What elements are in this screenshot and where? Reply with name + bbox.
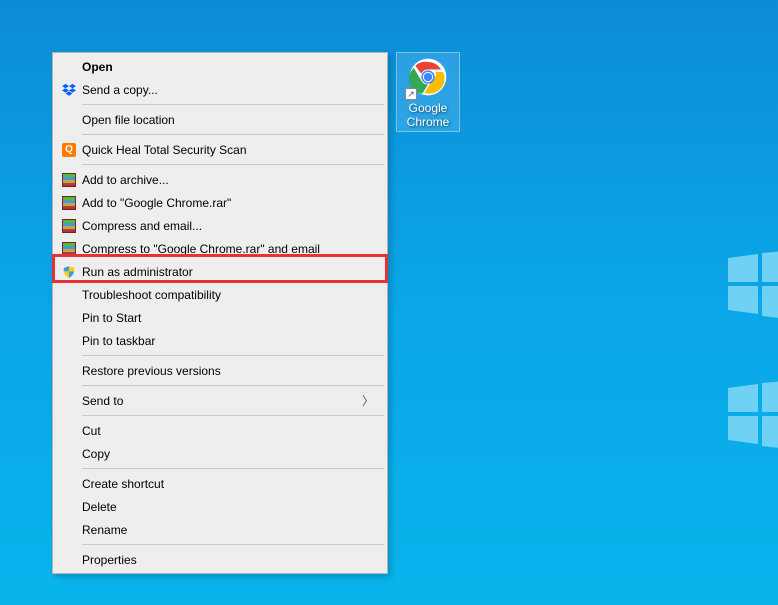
menu-separator <box>82 104 384 105</box>
chrome-icon: ↗ <box>406 55 450 99</box>
menu-pin-to-start[interactable]: Pin to Start <box>54 306 386 329</box>
menu-delete-label: Delete <box>80 500 378 514</box>
menu-create-shortcut-label: Create shortcut <box>80 477 378 491</box>
dropbox-icon <box>58 81 80 99</box>
menu-send-copy[interactable]: Send a copy... <box>54 78 386 101</box>
submenu-arrow-icon: 〉 <box>362 392 378 409</box>
menu-separator <box>82 164 384 165</box>
menu-separator <box>82 468 384 469</box>
windows-logo-decor-top-icon <box>728 250 778 320</box>
menu-compress-email-label: Compress and email... <box>80 219 378 233</box>
menu-separator <box>82 134 384 135</box>
menu-send-copy-label: Send a copy... <box>80 83 378 97</box>
menu-delete[interactable]: Delete <box>54 495 386 518</box>
menu-add-to-archive[interactable]: Add to archive... <box>54 168 386 191</box>
menu-cut[interactable]: Cut <box>54 419 386 442</box>
menu-run-as-admin-label: Run as administrator <box>80 265 378 279</box>
quick-heal-icon: Q <box>58 141 80 159</box>
menu-run-as-admin[interactable]: Run as administrator <box>54 260 386 283</box>
menu-create-shortcut[interactable]: Create shortcut <box>54 472 386 495</box>
winrar-icon <box>58 240 80 258</box>
menu-restore-previous[interactable]: Restore previous versions <box>54 359 386 382</box>
menu-separator <box>82 385 384 386</box>
menu-open-file-location-label: Open file location <box>80 113 378 127</box>
menu-compress-to-rar-email[interactable]: Compress to "Google Chrome.rar" and emai… <box>54 237 386 260</box>
menu-open-label: Open <box>80 60 378 74</box>
winrar-icon <box>58 194 80 212</box>
menu-restore-previous-label: Restore previous versions <box>80 364 378 378</box>
shortcut-arrow-icon: ↗ <box>405 88 417 100</box>
menu-rename[interactable]: Rename <box>54 518 386 541</box>
menu-pin-to-start-label: Pin to Start <box>80 311 378 325</box>
shield-icon <box>58 263 80 281</box>
menu-separator <box>82 415 384 416</box>
desktop-shortcut-label: Google Chrome <box>399 101 457 129</box>
menu-compress-to-rar-email-label: Compress to "Google Chrome.rar" and emai… <box>80 242 378 256</box>
menu-compress-email[interactable]: Compress and email... <box>54 214 386 237</box>
menu-properties-label: Properties <box>80 553 378 567</box>
menu-open[interactable]: Open <box>54 55 386 78</box>
menu-send-to[interactable]: Send to 〉 <box>54 389 386 412</box>
menu-rename-label: Rename <box>80 523 378 537</box>
menu-send-to-label: Send to <box>80 394 362 408</box>
menu-cut-label: Cut <box>80 424 378 438</box>
menu-open-file-location[interactable]: Open file location <box>54 108 386 131</box>
menu-separator <box>82 544 384 545</box>
desktop-shortcut-google-chrome[interactable]: ↗ Google Chrome <box>396 52 460 132</box>
menu-troubleshoot-label: Troubleshoot compatibility <box>80 288 378 302</box>
menu-copy-label: Copy <box>80 447 378 461</box>
menu-add-to-archive-label: Add to archive... <box>80 173 378 187</box>
menu-separator <box>82 355 384 356</box>
menu-add-to-rar[interactable]: Add to "Google Chrome.rar" <box>54 191 386 214</box>
windows-logo-decor-bottom-icon <box>728 380 778 450</box>
context-menu: Open Send a copy... Open file location Q… <box>52 52 388 574</box>
menu-add-to-rar-label: Add to "Google Chrome.rar" <box>80 196 378 210</box>
menu-pin-to-taskbar-label: Pin to taskbar <box>80 334 378 348</box>
winrar-icon <box>58 217 80 235</box>
menu-quick-heal-label: Quick Heal Total Security Scan <box>80 143 378 157</box>
menu-troubleshoot[interactable]: Troubleshoot compatibility <box>54 283 386 306</box>
menu-properties[interactable]: Properties <box>54 548 386 571</box>
menu-copy[interactable]: Copy <box>54 442 386 465</box>
menu-quick-heal-scan[interactable]: Q Quick Heal Total Security Scan <box>54 138 386 161</box>
winrar-icon <box>58 171 80 189</box>
menu-pin-to-taskbar[interactable]: Pin to taskbar <box>54 329 386 352</box>
